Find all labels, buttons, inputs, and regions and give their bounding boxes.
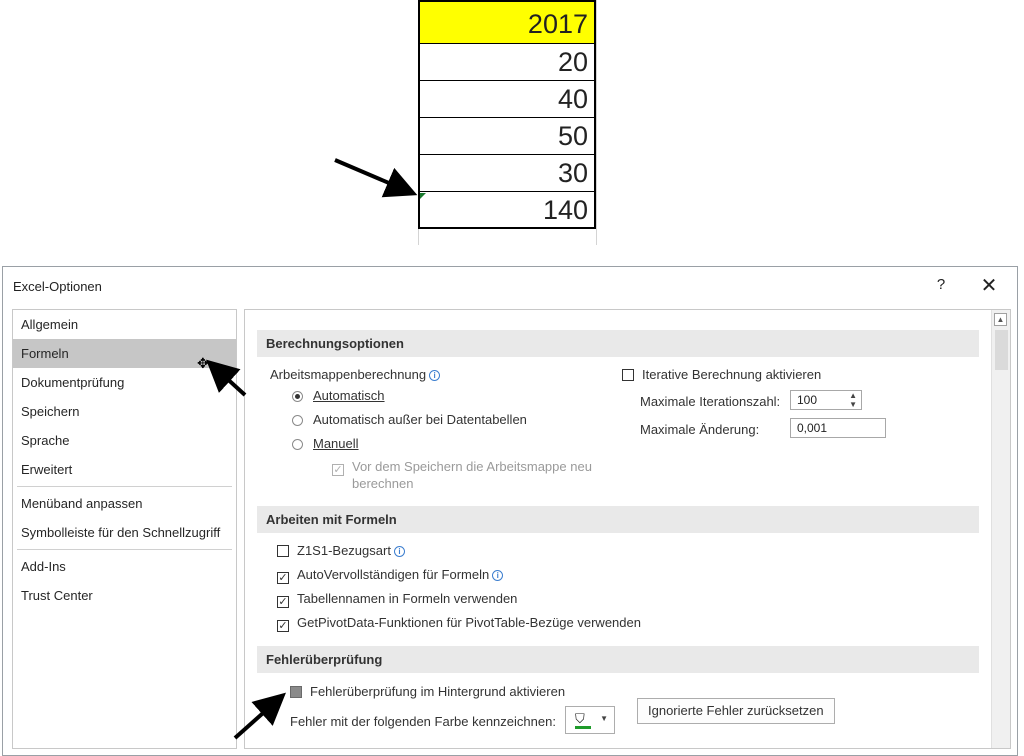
radio-manual[interactable]: Manuell (292, 436, 359, 451)
info-icon: i (393, 546, 405, 557)
nav-item-allgemein[interactable]: Allgemein (13, 310, 236, 339)
nav-item-menueband[interactable]: Menüband anpassen (13, 489, 236, 518)
table-names-checkbox[interactable]: ✓ Tabellennamen in Formeln verwenden (277, 591, 517, 608)
iterative-calc-label: Iterative Berechnung aktivieren (642, 367, 822, 382)
paint-bucket-icon: ⛉ (575, 711, 585, 726)
background-error-check-label: Fehlerüberprüfung im Hintergrund aktivie… (310, 684, 566, 699)
checkmark-icon[interactable]: ✓ (277, 596, 289, 608)
error-color-picker[interactable]: ⛉ ▼ (565, 706, 615, 734)
nav-item-erweitert[interactable]: Erweitert (13, 455, 236, 484)
section-error-checking-header: Fehlerüberprüfung (257, 646, 979, 673)
chevron-down-icon[interactable]: ▼ (600, 714, 608, 723)
info-icon: i (492, 570, 504, 581)
error-color-swatch (575, 726, 591, 729)
radio-selected-icon[interactable] (292, 391, 303, 402)
getpivotdata-label: GetPivotData-Funktionen für PivotTable-B… (297, 615, 641, 630)
radio-icon[interactable] (292, 439, 303, 450)
radio-automatic-except-tables[interactable]: Automatisch außer bei Datentabellen (292, 412, 527, 427)
max-change-label: Maximale Änderung: (640, 422, 760, 437)
excel-options-dialog: Excel-Optionen ? ✕ Allgemein Formeln Dok… (2, 266, 1018, 756)
max-change-input[interactable]: 0,001 (790, 418, 886, 438)
checkbox-icon[interactable] (622, 369, 634, 381)
options-nav: Allgemein Formeln Dokumentprüfung Speich… (12, 309, 237, 749)
checkmark-icon: ✓ (332, 464, 344, 476)
total-cell[interactable]: 140 (418, 192, 596, 229)
checkbox-icon[interactable] (277, 545, 289, 557)
section-calculation-header: Berechnungsoptionen (257, 330, 979, 357)
recalc-before-save-label-2: berechnen (352, 476, 414, 491)
info-icon: i (429, 370, 441, 381)
nav-item-dokumentpruefung[interactable]: Dokumentprüfung (13, 368, 236, 397)
nav-divider (17, 549, 232, 550)
max-iterations-value: 100 (797, 393, 818, 407)
nav-item-trust-center[interactable]: Trust Center (13, 581, 236, 610)
autocomplete-label: AutoVervollständigen für Formeln (297, 567, 490, 582)
radio-manual-label: Manuell (313, 436, 359, 451)
recalc-before-save-label: Vor dem Speichern die Arbeitsmappe neu (352, 459, 592, 474)
error-indicator-triangle (420, 193, 426, 199)
spin-arrows-icon[interactable]: ▲ ▼ (849, 391, 857, 409)
value-cell[interactable]: 30 (418, 155, 596, 192)
radio-auto-except-label: Automatisch außer bei Datentabellen (313, 412, 527, 427)
nav-item-schnellzugriff[interactable]: Symbolleiste für den Schnellzugriff (13, 518, 236, 547)
workbook-calc-label: Arbeitsmappenberechnung (270, 367, 427, 382)
recalc-before-save-checkbox: ✓ Vor dem Speichern die Arbeitsmappe neu (332, 459, 592, 476)
value-cell[interactable]: 20 (418, 44, 596, 81)
background-error-check-checkbox[interactable]: Fehlerüberprüfung im Hintergrund aktivie… (290, 684, 565, 699)
getpivotdata-checkbox[interactable]: ✓ GetPivotData-Funktionen für PivotTable-… (277, 615, 641, 632)
max-iterations-stepper[interactable]: 100 ▲ ▼ (790, 390, 862, 410)
vertical-scrollbar[interactable]: ▲ (991, 310, 1010, 748)
r1c1-label: Z1S1-Bezugsart (297, 543, 391, 558)
nav-divider (17, 486, 232, 487)
section-formulas-header: Arbeiten mit Formeln (257, 506, 979, 533)
radio-icon[interactable] (292, 415, 303, 426)
nav-item-speichern[interactable]: Speichern (13, 397, 236, 426)
scroll-up-icon[interactable]: ▲ (994, 313, 1007, 326)
iterative-calc-checkbox[interactable]: Iterative Berechnung aktivieren (622, 367, 821, 382)
scroll-thumb[interactable] (995, 330, 1008, 370)
value-cell[interactable]: 40 (418, 81, 596, 118)
value-cell[interactable]: 50 (418, 118, 596, 155)
title-bar: Excel-Optionen ? ✕ (3, 267, 1017, 306)
checkmark-icon[interactable]: ✓ (277, 572, 289, 584)
help-button[interactable]: ? (931, 276, 951, 293)
autocomplete-checkbox[interactable]: ✓ AutoVervollständigen für Formeln i (277, 567, 504, 584)
year-header-cell[interactable]: 2017 (418, 0, 596, 44)
arrow-to-error-marker (334, 158, 418, 198)
options-content: ▲ Berechnungsoptionen Arbeitsmappenberec… (244, 309, 1011, 749)
r1c1-checkbox[interactable]: Z1S1-Bezugsart i (277, 543, 405, 558)
checkmark-icon[interactable]: ✓ (277, 620, 289, 632)
nav-item-formeln[interactable]: Formeln (13, 339, 236, 368)
radio-automatic[interactable]: Automatisch (292, 388, 385, 403)
error-color-label: Fehler mit der folgenden Farbe kennzeich… (290, 714, 556, 729)
close-button[interactable]: ✕ (977, 273, 1001, 298)
dialog-title: Excel-Optionen (13, 279, 102, 294)
radio-automatic-label: Automatisch (313, 388, 385, 403)
max-iterations-label: Maximale Iterationszahl: (640, 394, 781, 409)
nav-item-sprache[interactable]: Sprache (13, 426, 236, 455)
table-names-label: Tabellennamen in Formeln verwenden (297, 591, 518, 606)
checkbox-icon[interactable] (290, 686, 302, 698)
reset-ignored-errors-button[interactable]: Ignorierte Fehler zurücksetzen (637, 698, 835, 724)
nav-item-add-ins[interactable]: Add-Ins (13, 552, 236, 581)
